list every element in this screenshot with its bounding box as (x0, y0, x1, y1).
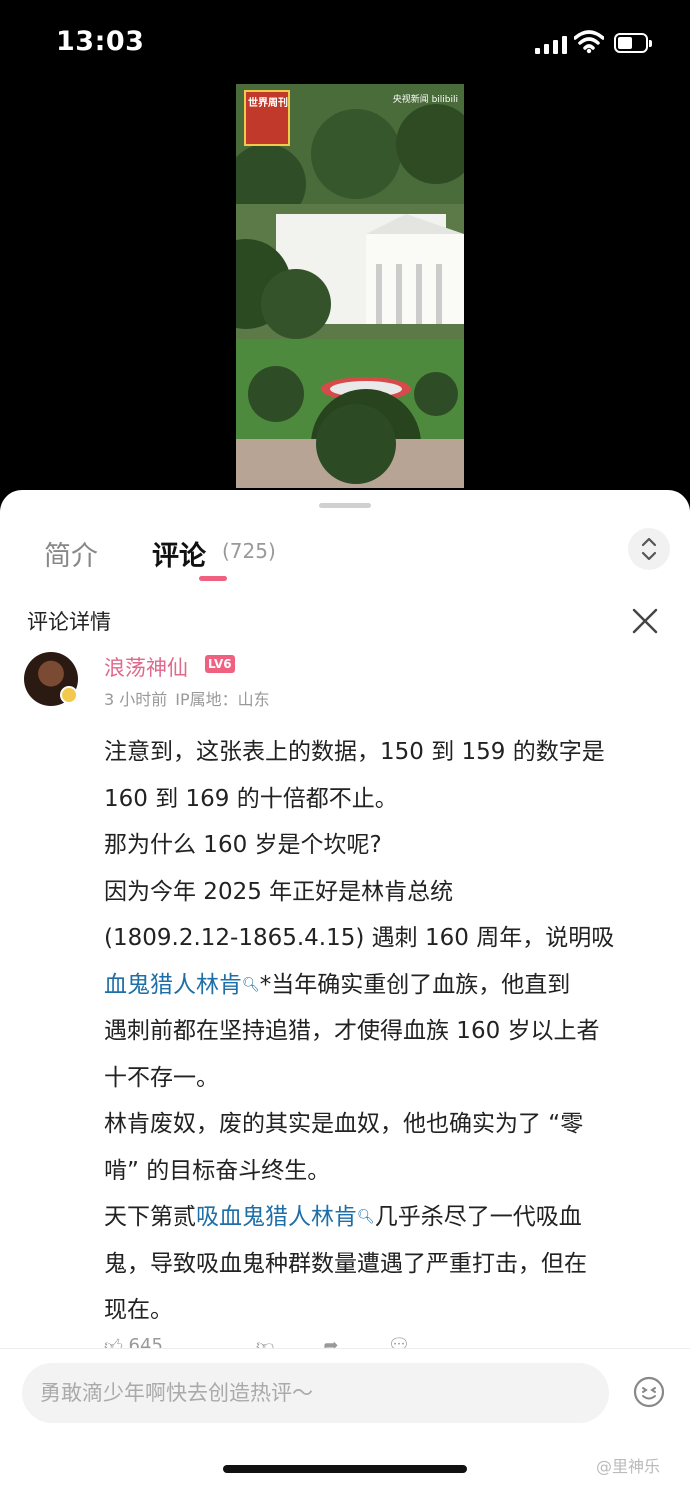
comment-text: 啃” 的目标奋斗终生。 (104, 1157, 331, 1184)
username[interactable]: 浪荡神仙 (104, 652, 188, 682)
comment-meta: 3 小时前 IP属地：山东 (104, 686, 270, 710)
comment-line: 那为什么 160 岁是个坎呢? (104, 822, 664, 869)
comment-text: 天下第贰 (104, 1204, 196, 1230)
comment-line: 鬼，导致吸血鬼种群数量遭遇了严重打击，但在 (104, 1241, 664, 1288)
comment-line: 因为今年 2025 年正好是林肯总统 (104, 869, 664, 916)
sheet-drag-handle[interactable] (319, 503, 371, 508)
comment-input[interactable]: 勇敢滴少年啊快去创造热评～ (22, 1363, 609, 1423)
search-icon[interactable]: 🔍︎ (357, 1209, 375, 1225)
comments-sheet: 简介 评论 (725) 评论详情 浪荡神仙 LV6 3 小时前 IP属地：山东 注… (0, 490, 690, 1495)
close-icon[interactable] (630, 606, 660, 636)
expand-collapse-button[interactable] (628, 528, 670, 570)
verified-badge-icon (60, 686, 78, 704)
wifi-icon (574, 30, 604, 54)
comment-time: 3 小时前 (104, 690, 168, 709)
comment-line: 啃” 的目标奋斗终生。 (104, 1148, 664, 1195)
active-tab-indicator (199, 576, 227, 581)
home-indicator[interactable] (223, 1465, 467, 1473)
status-bar: 13:03 (0, 0, 690, 90)
comment-line: 天下第贰吸血鬼猎人林肯🔍︎几乎杀尽了一代吸血 (104, 1194, 664, 1241)
tab-comments[interactable]: 评论 (152, 534, 206, 573)
comment-text: 因为今年 2025 年正好是林肯总统 (104, 878, 454, 905)
comment-text: 遇刺前都在坚持追猎，才使得血族 160 岁以上者 (104, 1018, 600, 1044)
comment-text: 现在。 (104, 1297, 173, 1323)
search-keyword-link[interactable]: 血鬼猎人林肯 (104, 972, 242, 998)
comment-text: 鬼，导致吸血鬼种群数量遭遇了严重打击，但在 (104, 1250, 587, 1277)
comment-line: 血鬼猎人林肯🔍︎*当年确实重创了血族，他直到 (104, 962, 664, 1009)
comment-count: (725) (222, 539, 276, 563)
comment-line: 林肯废奴，废的其实是血奴，他也确实为了 “零 (104, 1101, 664, 1148)
comment-text: 林肯废奴，废的其实是血奴，他也确实为了 “零 (104, 1111, 584, 1137)
comment-line: (1809.2.12-1865.4.15) 遇刺 160 周年，说明吸 (104, 915, 664, 962)
chevron-up-down-icon (641, 537, 657, 561)
comment-text: 十不存一。 (104, 1064, 219, 1091)
ip-location: IP属地：山东 (175, 690, 270, 709)
search-keyword-link[interactable]: 吸血鬼猎人林肯 (196, 1204, 357, 1230)
level-badge: LV6 (205, 655, 235, 673)
comment-line: 注意到，这张表上的数据，150 到 159 的数字是 (104, 729, 664, 776)
comment-line: 160 到 169 的十倍都不止。 (104, 776, 664, 823)
comment-line: 遇刺前都在坚持追猎，才使得血族 160 岁以上者 (104, 1008, 664, 1055)
news-logo: 世界周刊 (244, 90, 290, 146)
tab-intro[interactable]: 简介 (44, 534, 98, 573)
comment-detail-title: 评论详情 (27, 610, 111, 634)
comment-body: 注意到，这张表上的数据，150 到 159 的数字是 160 到 169 的十倍… (104, 729, 664, 1334)
comment-text: 那为什么 160 岁是个坎呢? (104, 832, 382, 858)
comment-line: 十不存一。 (104, 1055, 664, 1102)
comment-line: 现在。 (104, 1287, 664, 1334)
video-player[interactable]: 世界周刊 央视新闻 bilibili (236, 84, 464, 488)
emoji-icon[interactable] (632, 1375, 666, 1409)
search-icon[interactable]: 🔍︎ (242, 977, 260, 993)
comment-text: (1809.2.12-1865.4.15) 遇刺 160 周年，说明吸 (104, 925, 615, 951)
news-logo-text: 世界周刊 (248, 98, 288, 109)
status-time: 13:03 (56, 26, 145, 57)
cellular-signal-icon (535, 36, 567, 54)
battery-icon (614, 33, 652, 53)
comment-text: 几乎杀尽了一代吸血 (374, 1204, 582, 1230)
comment-text: 注意到，这张表上的数据，150 到 159 的数字是 (104, 739, 605, 765)
video-watermark: 央视新闻 bilibili (392, 95, 458, 105)
comment-text: 160 到 169 的十倍都不止。 (104, 785, 398, 812)
weibo-watermark: @里神乐 (596, 1457, 661, 1476)
comment-text: *当年确实重创了血族，他直到 (259, 971, 571, 998)
comment-input-bar: 勇敢滴少年啊快去创造热评～ @里神乐 (0, 1348, 690, 1495)
